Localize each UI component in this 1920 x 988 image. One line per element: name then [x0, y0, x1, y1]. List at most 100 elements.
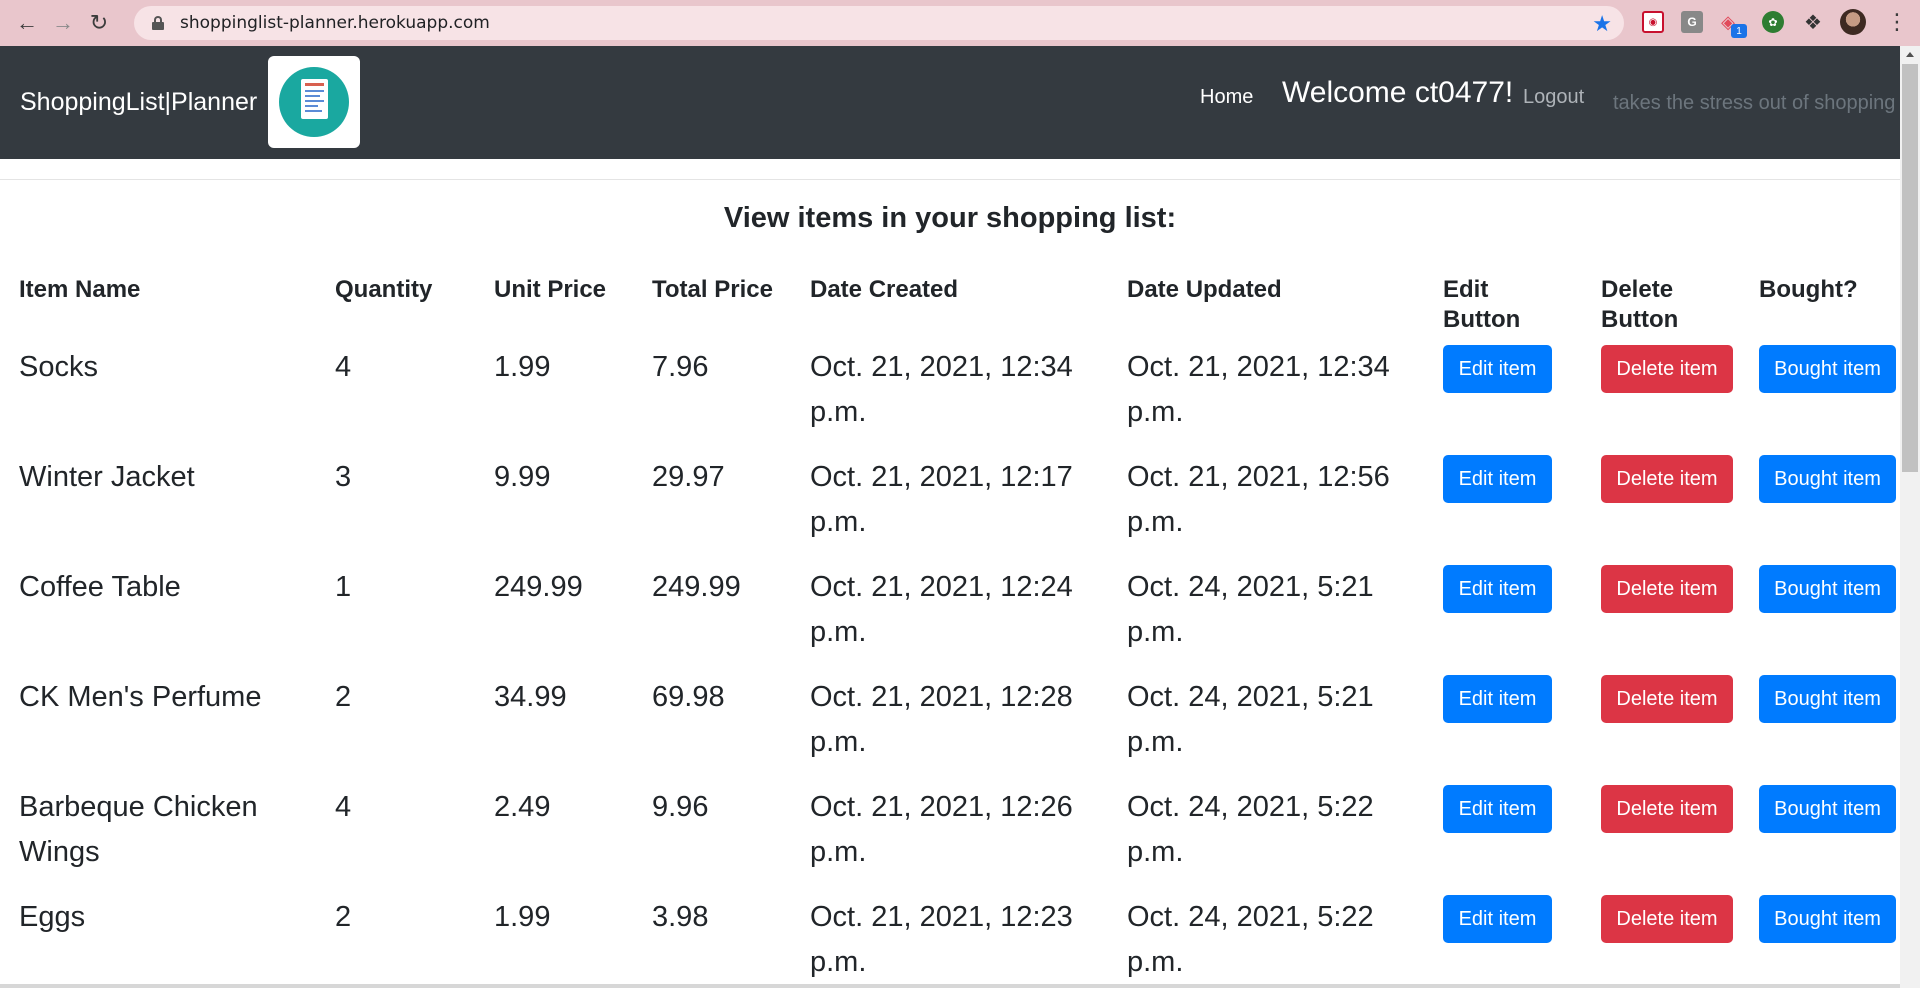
cell-name: Winter Jacket — [19, 461, 195, 493]
lock-icon[interactable] — [152, 16, 164, 30]
cell-updated: Oct. 24, 2021, 5:22 — [1127, 791, 1374, 823]
cell-name: Socks — [19, 351, 98, 383]
cell-created: p.m. — [810, 506, 867, 538]
shield-extension-icon[interactable]: ◉ — [1642, 11, 1664, 33]
divider — [0, 179, 1900, 180]
delete-item-button[interactable]: Delete item — [1601, 565, 1733, 613]
edit-item-button[interactable]: Edit item — [1443, 675, 1552, 723]
more-menu-icon[interactable]: ⋮ — [1886, 8, 1908, 36]
bought-item-button[interactable]: Bought item — [1759, 895, 1896, 943]
bought-item-button[interactable]: Bought item — [1759, 785, 1896, 833]
cell-updated: p.m. — [1127, 726, 1184, 758]
delete-item-button[interactable]: Delete item — [1601, 345, 1733, 393]
page-title: View items in your shopping list: — [723, 202, 1177, 234]
bought-item-button[interactable]: Bought item — [1759, 675, 1896, 723]
cell-unit: 2.49 — [494, 791, 551, 823]
cell-total: 249.99 — [652, 571, 741, 603]
cell-updated: Oct. 24, 2021, 5:21 — [1127, 571, 1374, 603]
extension-badge: 1 — [1731, 24, 1747, 38]
browser-toolbar: ← → ↻ shoppinglist-planner.herokuapp.com… — [0, 0, 1920, 46]
cell-created: Oct. 21, 2021, 12:34 — [810, 351, 1073, 383]
cell-updated: Oct. 24, 2021, 5:21 — [1127, 681, 1374, 713]
back-arrow-icon[interactable]: ← — [9, 5, 45, 41]
header-delete-button: Delete Button — [1601, 276, 1679, 333]
cell-updated: p.m. — [1127, 836, 1184, 868]
profile-avatar[interactable] — [1840, 9, 1866, 35]
cell-created: Oct. 21, 2021, 12:28 — [810, 681, 1073, 713]
edit-item-button[interactable]: Edit item — [1443, 455, 1552, 503]
edit-item-button[interactable]: Edit item — [1443, 565, 1552, 613]
header-bought: Bought? — [1759, 276, 1858, 303]
cell-unit: 249.99 — [494, 571, 583, 603]
header-date-updated: Date Updated — [1127, 276, 1282, 303]
bought-item-button[interactable]: Bought item — [1759, 455, 1896, 503]
logo — [268, 56, 360, 148]
scroll-up-arrow-icon[interactable] — [1906, 52, 1914, 57]
cell-updated: p.m. — [1127, 506, 1184, 538]
header-unit-price: Unit Price — [494, 276, 607, 303]
cell-updated: Oct. 21, 2021, 12:34 — [1127, 351, 1390, 383]
cell-qty: 2 — [335, 901, 352, 933]
delete-item-button[interactable]: Delete item — [1601, 455, 1733, 503]
url-text[interactable]: shoppinglist-planner.herokuapp.com — [180, 13, 490, 33]
forward-arrow-icon[interactable]: → — [45, 5, 81, 41]
reload-icon[interactable]: ↻ — [81, 5, 117, 41]
cell-total: 29.97 — [652, 461, 725, 493]
g-extension-icon[interactable]: G — [1681, 11, 1703, 33]
cell-unit: 1.99 — [494, 901, 551, 933]
cell-qty: 4 — [335, 351, 352, 383]
nav-logout-link[interactable]: Logout — [1523, 86, 1584, 109]
bought-item-button[interactable]: Bought item — [1759, 565, 1896, 613]
leaf-extension-icon[interactable]: ✿ — [1762, 11, 1784, 33]
edit-item-button[interactable]: Edit item — [1443, 785, 1552, 833]
brand-link[interactable]: ShoppingList|Planner — [20, 88, 257, 117]
cell-total: 69.98 — [652, 681, 725, 713]
cell-created: Oct. 21, 2021, 12:17 — [810, 461, 1073, 493]
cell-qty: 1 — [335, 571, 352, 603]
bookmark-star-icon[interactable]: ★ — [1592, 11, 1612, 37]
cell-total: 3.98 — [652, 901, 709, 933]
shopping-list-logo-icon — [279, 67, 349, 137]
cell-name: Barbeque Chicken — [19, 791, 258, 823]
cell-created: p.m. — [810, 836, 867, 868]
cell-updated: p.m. — [1127, 946, 1184, 978]
cell-created: p.m. — [810, 726, 867, 758]
delete-item-button[interactable]: Delete item — [1601, 785, 1733, 833]
welcome-message: Welcome ct0477! — [1282, 76, 1514, 109]
cell-created: p.m. — [810, 616, 867, 648]
cell-unit: 9.99 — [494, 461, 551, 493]
site-navbar: ShoppingList|Planner Home Welcome ct0477… — [0, 46, 1900, 159]
cell-updated: Oct. 21, 2021, 12:56 — [1127, 461, 1390, 493]
scrollbar[interactable] — [1900, 46, 1920, 988]
cell-updated: p.m. — [1127, 616, 1184, 648]
cell-updated: p.m. — [1127, 396, 1184, 428]
cell-name: Wings — [19, 836, 100, 868]
address-bar[interactable]: shoppinglist-planner.herokuapp.com ★ — [134, 6, 1624, 40]
header-edit-button: Edit Button — [1443, 276, 1521, 333]
cell-unit: 34.99 — [494, 681, 567, 713]
horizontal-scroll-strip — [0, 984, 1900, 988]
header-quantity: Quantity — [335, 276, 433, 303]
puzzle-icon[interactable]: ❖ — [1802, 11, 1824, 34]
scrollbar-thumb[interactable] — [1902, 64, 1918, 472]
edit-item-button[interactable]: Edit item — [1443, 895, 1552, 943]
cell-total: 9.96 — [652, 791, 709, 823]
cell-name: CK Men's Perfume — [19, 681, 262, 713]
header-total-price: Total Price — [652, 276, 773, 303]
cell-created: p.m. — [810, 946, 867, 978]
delete-item-button[interactable]: Delete item — [1601, 675, 1733, 723]
cell-created: Oct. 21, 2021, 12:26 — [810, 791, 1073, 823]
cell-name: Coffee Table — [19, 571, 181, 603]
cell-qty: 4 — [335, 791, 352, 823]
edit-item-button[interactable]: Edit item — [1443, 345, 1552, 393]
cell-qty: 3 — [335, 461, 352, 493]
cell-created: Oct. 21, 2021, 12:23 — [810, 901, 1073, 933]
delete-item-button[interactable]: Delete item — [1601, 895, 1733, 943]
header-date-created: Date Created — [810, 276, 959, 303]
cell-updated: Oct. 24, 2021, 5:22 — [1127, 901, 1374, 933]
nav-home-link[interactable]: Home — [1200, 86, 1253, 109]
cell-qty: 2 — [335, 681, 352, 713]
bought-item-button[interactable]: Bought item — [1759, 345, 1896, 393]
cell-created: p.m. — [810, 396, 867, 428]
tagline: takes the stress out of shopping — [1613, 92, 1896, 114]
